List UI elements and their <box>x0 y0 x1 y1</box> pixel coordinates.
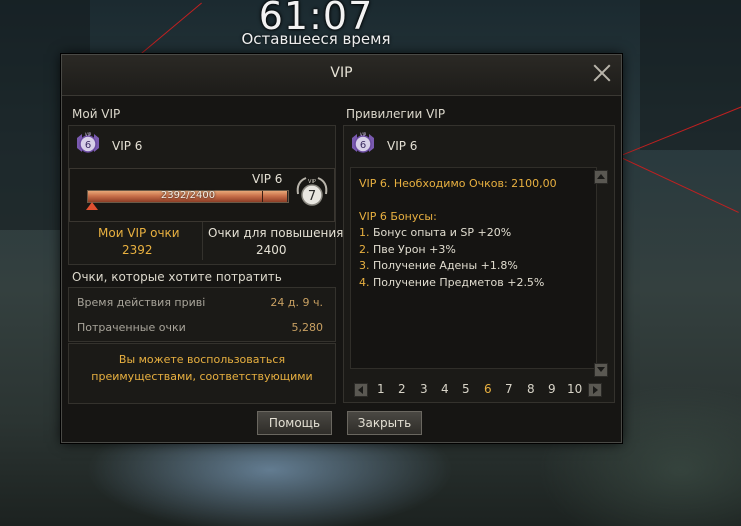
window-title: VIP <box>330 65 353 81</box>
page-number-4[interactable]: 4 <box>441 382 449 396</box>
svg-text:VIP: VIP <box>308 179 316 185</box>
my-vip-points-value: 2392 <box>122 243 153 257</box>
background-red-line <box>620 157 739 213</box>
vip-window: VIP Мой VIP VIP 6 VIP 6 VIP 6 2392/2400 … <box>61 54 622 443</box>
vip-note-line1: Вы можете воспользоваться <box>118 353 286 366</box>
privileges-text-box[interactable]: VIP 6. Необходимо Очков: 2100,00 VIP 6 Б… <box>350 167 608 377</box>
window-titlebar[interactable]: VIP <box>62 55 621 96</box>
bonus-item: 3. Получение Адены +1.8% <box>359 259 518 272</box>
page-prev-button[interactable] <box>354 383 368 397</box>
page-number-1[interactable]: 1 <box>377 382 385 396</box>
vip-badge-number: 6 <box>85 140 91 151</box>
my-vip-heading: Мой VIP <box>72 107 121 121</box>
bonus-heading: VIP 6 Бонусы: <box>359 210 437 223</box>
next-vip-badge-icon: VIP 7 <box>296 177 328 206</box>
scroll-up-button[interactable] <box>594 170 608 184</box>
page-next-button[interactable] <box>588 383 602 397</box>
page-number-10[interactable]: 10 <box>567 382 582 396</box>
svg-text:VIP: VIP <box>85 132 92 137</box>
bonus-item: 2. Пве Урон +3% <box>359 243 456 256</box>
page-number-5[interactable]: 5 <box>462 382 470 396</box>
required-points: VIP 6. Необходимо Очков: 2100,00 <box>359 177 557 190</box>
vip-note-line2: преимуществами, соответствующими <box>91 370 313 383</box>
privileges-level: VIP 6 <box>387 139 418 153</box>
vip-badge-icon: VIP 6 <box>77 132 99 153</box>
vip-note-panel: Вы можете воспользоваться преимуществами… <box>68 343 336 404</box>
page-number-2[interactable]: 2 <box>398 382 406 396</box>
background-red-line <box>140 2 202 55</box>
scroll-down-button[interactable] <box>594 363 608 377</box>
bonus-item: 1. Бонус опыта и SP +20% <box>359 226 512 239</box>
page-number-7[interactable]: 7 <box>505 382 513 396</box>
svg-text:VIP: VIP <box>360 132 367 137</box>
spend-panel: Время действия приві 24 д. 9 ч. Потрачен… <box>68 287 336 342</box>
page-number-9[interactable]: 9 <box>548 382 556 396</box>
timer-label: Оставшееся время <box>241 30 391 48</box>
bonus-item: 4. Получение Предметов +2.5% <box>359 276 545 289</box>
upgrade-points-label: Очки для повышения <box>208 226 344 240</box>
spent-points-value: 5,280 <box>291 321 324 334</box>
vip-progress-text: 2392/2400 <box>160 190 216 201</box>
spend-heading: Очки, которые хотите потратить <box>72 270 282 284</box>
upgrade-points-value: 2400 <box>256 243 287 257</box>
duration-value: 24 д. 9 ч. <box>270 296 323 309</box>
vip-progress-bar: 2392/2400 <box>87 190 289 203</box>
spent-points-label: Потраченные очки <box>77 321 186 334</box>
page-number-3[interactable]: 3 <box>420 382 428 396</box>
progress-marker-icon <box>86 202 98 210</box>
next-vip-number: 7 <box>308 189 316 204</box>
page-number-8[interactable]: 8 <box>527 382 535 396</box>
duration-label: Время действия приві <box>77 296 206 309</box>
gauge-level-label: VIP 6 <box>252 172 283 186</box>
my-vip-points-label: Мои VIP очки <box>98 226 180 240</box>
close-button[interactable]: Закрыть <box>347 411 422 435</box>
stat-divider <box>202 222 203 260</box>
page-number-6[interactable]: 6 <box>484 382 492 396</box>
help-button[interactable]: Помощь <box>257 411 332 435</box>
privileges-heading: Привилегии VIP <box>346 107 446 121</box>
vip-badge-icon: VIP 6 <box>352 132 374 153</box>
close-icon[interactable] <box>592 63 612 83</box>
vip-badge-number: 6 <box>360 140 366 151</box>
vip-progress-box: VIP 6 2392/2400 VIP 7 <box>69 168 335 222</box>
my-vip-level: VIP 6 <box>112 139 143 153</box>
